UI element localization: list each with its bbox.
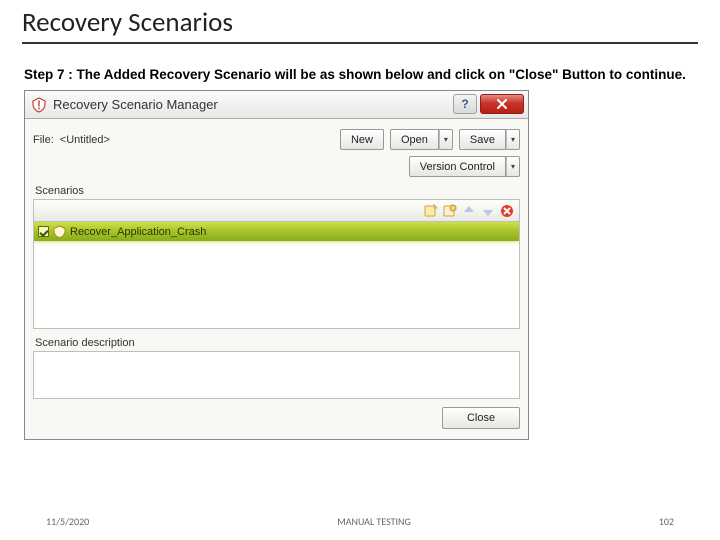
scenario-icon bbox=[53, 225, 66, 238]
help-button[interactable]: ? bbox=[453, 94, 477, 114]
recovery-icon bbox=[31, 97, 47, 113]
file-row: File: <Untitled> New Open ▾ Save ▾ bbox=[33, 129, 520, 150]
save-dropdown[interactable]: ▾ bbox=[506, 129, 520, 150]
delete-scenario-icon[interactable] bbox=[499, 203, 515, 219]
dialog-title: Recovery Scenario Manager bbox=[53, 97, 218, 112]
scenarios-toolbar bbox=[33, 199, 520, 221]
version-control-button[interactable]: Version Control bbox=[409, 156, 506, 177]
move-up-icon bbox=[461, 203, 477, 219]
close-icon bbox=[496, 98, 508, 110]
description-label: Scenario description bbox=[35, 337, 520, 349]
scenarios-list[interactable]: Recover_Application_Crash bbox=[33, 221, 520, 329]
footer-page-number: 102 bbox=[659, 515, 674, 528]
edit-scenario-icon[interactable] bbox=[442, 203, 458, 219]
page-title: Recovery Scenarios bbox=[0, 0, 720, 42]
dialog-body: File: <Untitled> New Open ▾ Save ▾ Versi… bbox=[25, 119, 528, 439]
open-button[interactable]: Open bbox=[390, 129, 439, 150]
slide-footer: 11/5/2020 MANUAL TESTING 102 bbox=[0, 515, 720, 528]
scenario-checkbox[interactable] bbox=[38, 226, 49, 237]
scenario-name: Recover_Application_Crash bbox=[70, 226, 206, 238]
description-box bbox=[33, 351, 520, 399]
file-label: File: bbox=[33, 134, 54, 146]
footer-center: MANUAL TESTING bbox=[89, 515, 659, 528]
add-scenario-icon[interactable] bbox=[423, 203, 439, 219]
step-instruction: Step 7 : The Added Recovery Scenario wil… bbox=[0, 66, 720, 91]
footer-date: 11/5/2020 bbox=[46, 515, 89, 528]
close-window-button[interactable] bbox=[480, 94, 524, 114]
version-control-dropdown[interactable]: ▾ bbox=[506, 156, 520, 177]
scenarios-label: Scenarios bbox=[35, 185, 520, 197]
move-down-icon bbox=[480, 203, 496, 219]
scenario-item[interactable]: Recover_Application_Crash bbox=[34, 222, 519, 241]
recovery-manager-dialog: Recovery Scenario Manager ? File: <Untit… bbox=[24, 90, 529, 440]
title-underline bbox=[22, 42, 698, 44]
new-button[interactable]: New bbox=[340, 129, 384, 150]
dialog-titlebar: Recovery Scenario Manager ? bbox=[25, 91, 528, 119]
close-button[interactable]: Close bbox=[442, 407, 520, 429]
file-value: <Untitled> bbox=[60, 134, 334, 146]
save-button[interactable]: Save bbox=[459, 129, 506, 150]
open-dropdown[interactable]: ▾ bbox=[439, 129, 453, 150]
